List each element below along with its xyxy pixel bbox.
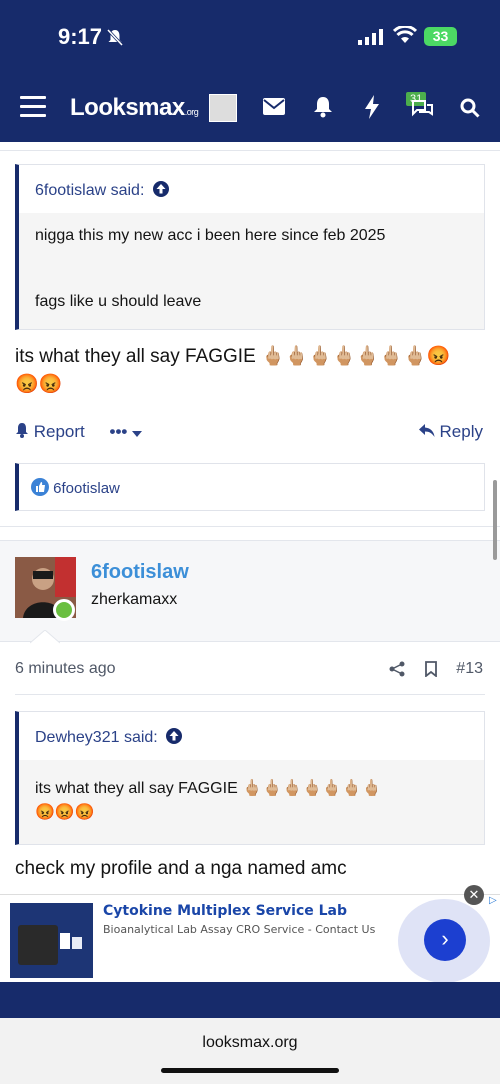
wifi-icon <box>393 26 417 43</box>
like-icon <box>31 478 49 496</box>
bell-slash-icon <box>106 28 124 46</box>
ad-title[interactable]: Cytokine Multiplex Service Lab <box>103 903 347 919</box>
lightning-icon[interactable] <box>364 95 380 119</box>
address-url[interactable]: looksmax.org <box>0 1034 500 1052</box>
clock: 9:17 <box>58 24 103 49</box>
ad-subtitle[interactable]: Bioanalytical Lab Assay CRO Service - Co… <box>103 923 375 936</box>
post-number-link[interactable]: #13 <box>456 660 483 678</box>
conversations-icon[interactable] <box>410 98 434 118</box>
reactions-bar[interactable]: 6footislaw <box>15 463 485 511</box>
logo-suffix: .org <box>184 107 199 117</box>
quote-line: 😡😡😡 <box>35 804 95 821</box>
bell-icon[interactable] <box>313 96 333 118</box>
quote-header[interactable]: 6footislaw said: <box>19 165 484 213</box>
quote-header[interactable]: Dewhey321 said: <box>19 712 484 760</box>
quote-line: nigga this my new acc i been here since … <box>35 227 386 244</box>
advertisement-banner[interactable]: Cytokine Multiplex Service Lab Bioanalyt… <box>0 885 500 983</box>
quote-author[interactable]: 6footislaw said: <box>35 182 144 199</box>
bell-icon <box>16 423 28 438</box>
online-status-indicator <box>53 599 75 621</box>
post-message: its what they all say FAGGIE 🖕🏼🖕🏼🖕🏼🖕🏼🖕🏼🖕… <box>15 344 450 396</box>
ad-image[interactable] <box>10 903 93 978</box>
more-label: ••• <box>109 422 128 441</box>
site-header: Looksmax.org 31 <box>0 76 500 142</box>
quote-body: nigga this my new acc i been here since … <box>19 213 484 325</box>
post-user-block: 6footislaw zherkamaxx <box>0 540 500 642</box>
message-line: check my profile and a nga named amc <box>15 858 347 879</box>
post-separator <box>0 150 500 151</box>
post-timestamp[interactable]: 6 minutes ago <box>15 660 116 677</box>
reply-label: Reply <box>439 422 483 441</box>
caret-down-icon <box>132 431 143 437</box>
user-block-pointer <box>30 630 60 644</box>
ad-choices-icon[interactable]: ▷ <box>489 895 497 906</box>
reply-button[interactable]: Reply <box>418 422 483 442</box>
report-label: Report <box>33 422 85 441</box>
site-logo[interactable]: Looksmax.org <box>70 94 199 122</box>
status-bar: 9:17 33 <box>0 0 500 76</box>
arrow-up-circle-icon[interactable] <box>152 181 169 197</box>
reply-arrow-icon <box>418 424 435 437</box>
battery-indicator: 33 <box>424 27 457 46</box>
bookmark-icon[interactable] <box>425 661 437 677</box>
browser-address-bar: looksmax.org <box>0 1018 500 1084</box>
message-line: 😡😡 <box>15 374 63 395</box>
quote-block[interactable]: Dewhey321 said: its what they all say FA… <box>15 711 485 845</box>
quote-author[interactable]: Dewhey321 said: <box>35 729 158 746</box>
ad-open-button[interactable]: › <box>424 919 466 961</box>
post-separator <box>15 694 485 695</box>
logo-text: Looksmax <box>70 94 185 121</box>
username-link[interactable]: 6footislaw <box>91 561 189 584</box>
post-actions: Report ••• Reply <box>15 422 485 442</box>
user-title: zherkamaxx <box>91 591 178 608</box>
reaction-user-link[interactable]: 6footislaw <box>53 480 120 497</box>
more-options-button[interactable]: ••• <box>110 422 143 441</box>
quote-line: fags like u should leave <box>35 293 202 310</box>
account-avatar[interactable] <box>209 94 237 122</box>
post-message: check my profile and a nga named amc <box>15 858 347 880</box>
envelope-icon[interactable] <box>263 98 285 115</box>
quote-body: its what they all say FAGGIE 🖕🏼🖕🏼🖕🏼🖕🏼🖕🏼🖕… <box>19 760 484 836</box>
message-line: its what they all say FAGGIE 🖕🏼🖕🏼🖕🏼🖕🏼🖕🏼🖕… <box>15 346 451 367</box>
ad-close-button[interactable]: ✕ <box>464 885 484 905</box>
report-button[interactable]: Report <box>15 422 90 441</box>
home-indicator[interactable] <box>161 1068 339 1073</box>
menu-icon[interactable] <box>20 96 46 118</box>
search-icon[interactable] <box>460 98 480 118</box>
arrow-up-circle-icon[interactable] <box>166 728 183 744</box>
cellular-signal-icon <box>358 29 383 45</box>
share-icon[interactable] <box>389 661 405 677</box>
post-meta: 6 minutes ago #13 <box>15 660 485 678</box>
post-separator <box>0 526 500 527</box>
quote-line: its what they all say FAGGIE 🖕🏼🖕🏼🖕🏼🖕🏼🖕🏼🖕… <box>35 780 382 797</box>
site-footer-bar <box>0 982 500 1018</box>
scrollbar[interactable] <box>493 480 497 560</box>
quote-block[interactable]: 6footislaw said: nigga this my new acc i… <box>15 164 485 330</box>
ad-product-image <box>10 903 93 978</box>
